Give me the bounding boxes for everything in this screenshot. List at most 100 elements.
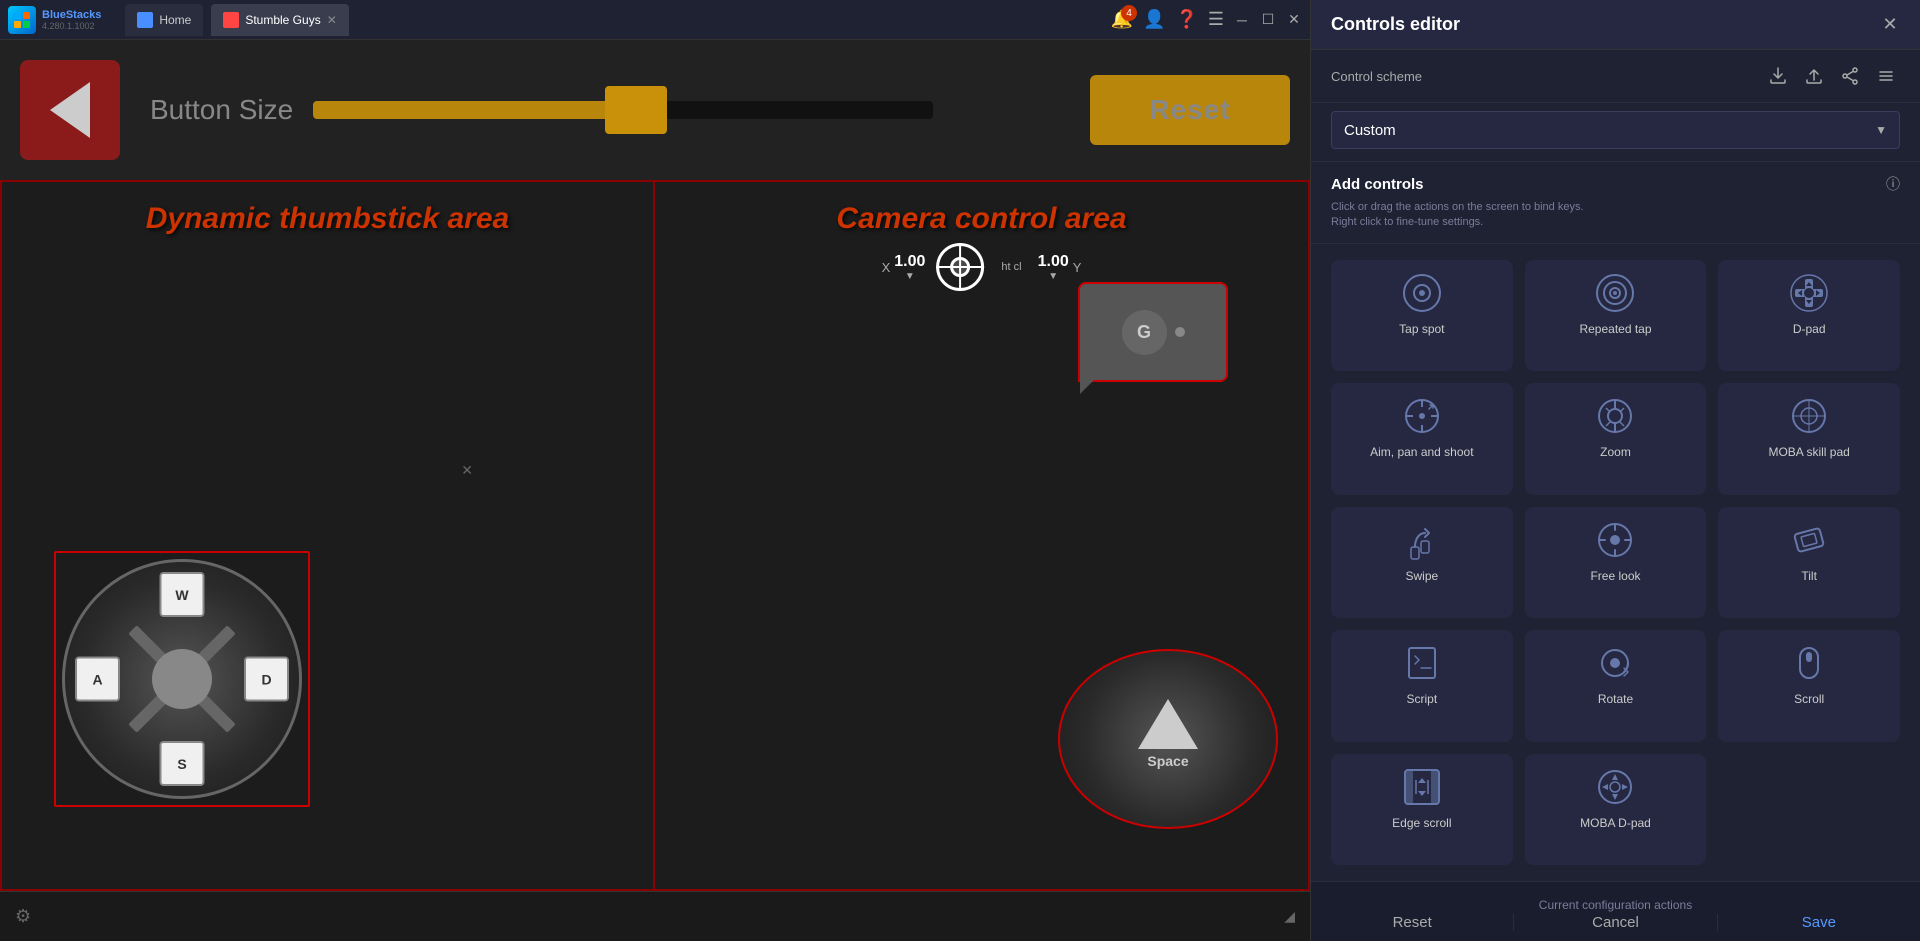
add-controls-section: Add controls ⓘ Click or drag the actions…	[1311, 162, 1920, 244]
scheme-dropdown-row: Custom ▼	[1311, 103, 1920, 162]
control-rotate[interactable]: Rotate	[1525, 630, 1707, 741]
menu-icon[interactable]: ☰	[1208, 9, 1224, 30]
app-version: 4.280.1.1002	[42, 21, 101, 31]
space-triangle-icon	[1138, 699, 1198, 749]
control-tap-spot[interactable]: Tap spot	[1331, 260, 1513, 371]
footer-cancel-label: Cancel	[1592, 914, 1639, 931]
space-button-label: Space	[1147, 753, 1188, 769]
control-moba-dpad[interactable]: MOBA D-pad	[1525, 754, 1707, 865]
aim-pan-shoot-icon	[1401, 395, 1443, 437]
control-aim-pan-shoot[interactable]: Aim, pan and shoot	[1331, 383, 1513, 494]
dynamic-thumbstick-zone: Dynamic thumbstick area ✕ W A S D	[2, 182, 655, 889]
edge-scroll-icon	[1401, 766, 1443, 808]
scheme-share-icon[interactable]	[1836, 62, 1864, 90]
footer-save-button[interactable]: Save	[1718, 914, 1920, 931]
maximize-button[interactable]: ☐	[1260, 12, 1276, 28]
corner-indicator-icon: ◢	[1284, 908, 1295, 925]
control-moba-skill-pad[interactable]: MOBA skill pad	[1718, 383, 1900, 494]
control-script[interactable]: Script	[1331, 630, 1513, 741]
control-zoom[interactable]: Zoom	[1525, 383, 1707, 494]
account-icon[interactable]: 👤	[1143, 9, 1165, 30]
game-area: BlueStacks 4.280.1.1002 Home Stumble Guy…	[0, 0, 1310, 941]
tab-stumbleguys-label: Stumble Guys	[245, 13, 320, 27]
key-a-button[interactable]: A	[75, 657, 120, 702]
key-d-button[interactable]: D	[244, 657, 289, 702]
control-repeated-tap[interactable]: Repeated tap	[1525, 260, 1707, 371]
help-icon[interactable]: ❓	[1175, 9, 1197, 30]
y-arrow-down[interactable]: ▼	[1048, 271, 1058, 282]
control-scroll[interactable]: Scroll	[1718, 630, 1900, 741]
tab-home[interactable]: Home	[125, 4, 203, 36]
reset-button[interactable]: Reset	[1090, 75, 1290, 145]
control-dpad[interactable]: D-pad	[1718, 260, 1900, 371]
scheme-more-icon[interactable]	[1872, 62, 1900, 90]
dropdown-arrow-icon: ▼	[1875, 123, 1887, 137]
crosshair-container: X 1.00 ▼ ht cl 1	[882, 242, 1082, 292]
control-free-look[interactable]: Free look	[1525, 507, 1707, 618]
free-look-label: Free look	[1590, 569, 1640, 585]
dpad-container[interactable]: W A S D	[62, 559, 302, 799]
tab-stumbleguys[interactable]: Stumble Guys ✕	[211, 4, 348, 36]
chat-dot	[1175, 327, 1185, 337]
space-button[interactable]: Space	[1058, 649, 1278, 829]
script-label: Script	[1406, 692, 1437, 708]
rotate-label: Rotate	[1598, 692, 1633, 708]
close-button-main[interactable]: ✕	[1286, 12, 1302, 28]
crosshair-vertical-line	[959, 243, 961, 291]
moba-skill-pad-icon	[1788, 395, 1830, 437]
scroll-icon	[1788, 642, 1830, 684]
tap-spot-label: Tap spot	[1399, 322, 1444, 338]
chat-button[interactable]: G	[1078, 282, 1228, 382]
add-controls-info-icon[interactable]: ⓘ	[1886, 174, 1900, 194]
coord-y-arrows: 1.00 ▼	[1038, 253, 1069, 282]
dpad-icon	[1788, 272, 1830, 314]
panel-title: Controls editor	[1331, 14, 1460, 35]
stumbleguys-tab-icon	[223, 12, 239, 28]
button-size-slider[interactable]	[313, 85, 933, 135]
scroll-label: Scroll	[1794, 692, 1824, 708]
x-arrow-down[interactable]: ▼	[905, 271, 915, 282]
title-bar: BlueStacks 4.280.1.1002 Home Stumble Guy…	[0, 0, 1310, 40]
reset-button-label: Reset	[1149, 94, 1230, 126]
tab-close-icon[interactable]: ✕	[327, 13, 337, 27]
chat-tail	[1080, 380, 1094, 394]
minimize-button[interactable]: ─	[1234, 12, 1250, 28]
back-arrow-icon	[50, 82, 90, 138]
settings-gear-icon[interactable]: ⚙	[15, 906, 31, 927]
control-edge-scroll[interactable]: Edge scroll	[1331, 754, 1513, 865]
scheme-action-icons	[1764, 62, 1900, 90]
scheme-import-icon[interactable]	[1764, 62, 1792, 90]
slider-thumb[interactable]	[605, 86, 667, 134]
control-swipe[interactable]: Swipe	[1331, 507, 1513, 618]
bluestacks-icon	[8, 6, 36, 34]
panel-close-button[interactable]: ✕	[1880, 15, 1900, 35]
key-s-button[interactable]: S	[160, 741, 205, 786]
zoom-label: Zoom	[1600, 445, 1631, 461]
repeated-tap-label: Repeated tap	[1579, 322, 1651, 338]
footer-reset-label: Reset	[1393, 914, 1432, 931]
control-tilt[interactable]: Tilt	[1718, 507, 1900, 618]
back-button[interactable]	[20, 60, 120, 160]
key-w-button[interactable]: W	[160, 572, 205, 617]
x-value: 1.00	[894, 253, 925, 271]
notification-badge: 4	[1121, 5, 1137, 21]
moba-dpad-label: MOBA D-pad	[1580, 816, 1651, 832]
home-tab-icon	[137, 12, 153, 28]
footer-cancel-button[interactable]: Cancel	[1514, 914, 1717, 931]
x-label: X	[882, 260, 891, 275]
script-icon	[1401, 642, 1443, 684]
add-controls-title: Add controls	[1331, 176, 1424, 193]
controls-grid: Tap spot Repeated tap	[1311, 244, 1920, 881]
dynamic-zone-label: Dynamic thumbstick area	[146, 202, 509, 236]
crosshair-widget[interactable]	[935, 242, 985, 292]
dpad-outer-circle: W A S D	[62, 559, 302, 799]
swipe-icon	[1401, 519, 1443, 561]
moba-dpad-icon	[1594, 766, 1636, 808]
footer-reset-button[interactable]: Reset	[1311, 914, 1514, 931]
scheme-dropdown[interactable]: Custom ▼	[1331, 111, 1900, 149]
scheme-export-icon[interactable]	[1800, 62, 1828, 90]
footer-actions: Reset Cancel Save	[1311, 914, 1920, 931]
tab-home-label: Home	[159, 13, 191, 27]
coord-x-display: X 1.00 ▼	[882, 253, 926, 282]
tilt-label: Tilt	[1801, 569, 1817, 585]
